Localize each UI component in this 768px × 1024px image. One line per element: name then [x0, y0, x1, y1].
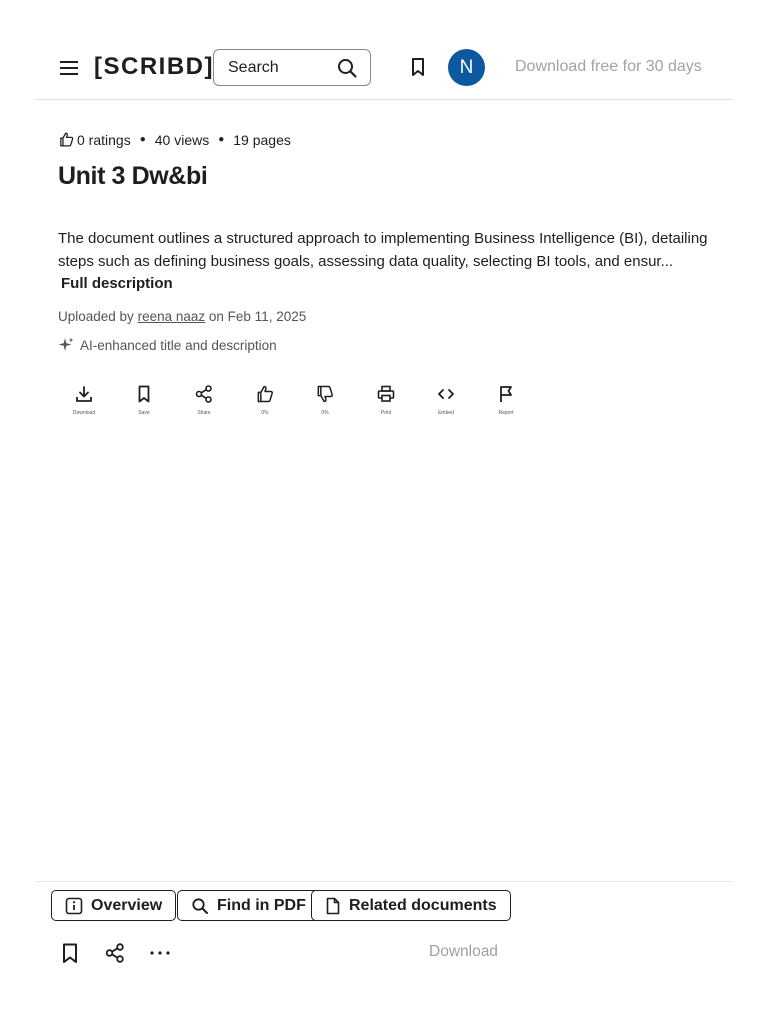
share-icon[interactable] [104, 942, 126, 964]
search-icon[interactable] [336, 57, 358, 79]
find-in-pdf-button[interactable]: Find in PDF [177, 890, 320, 921]
user-avatar[interactable]: N [448, 49, 485, 86]
download-free-trial-link[interactable]: Download free for 30 days [515, 58, 702, 76]
share-action[interactable]: Share [184, 384, 224, 416]
upload-info: Uploaded by reena naaz on Feb 11, 2025 [58, 309, 306, 324]
views-count: 40 views [154, 131, 210, 148]
document-title: Unit 3 Dw&bi [58, 162, 208, 190]
action-label: 0% [261, 410, 269, 416]
sparkle-icon [58, 337, 80, 353]
document-icon [325, 897, 349, 915]
thumbs-down-icon [315, 384, 335, 404]
bookmark-icon [134, 384, 154, 404]
scribd-logo[interactable]: [SCRIBD] [94, 53, 214, 81]
footer-divider [36, 881, 733, 882]
action-label: 0% [321, 410, 329, 416]
ai-enhanced-text: AI-enhanced title and description [80, 337, 277, 353]
full-description-link[interactable]: Full description [61, 275, 173, 292]
separator-dot: ● [218, 134, 225, 145]
search-box[interactable] [213, 49, 371, 86]
overview-button[interactable]: Overview [51, 890, 177, 921]
bookmark-icon[interactable] [60, 942, 80, 964]
thumbs-up-icon [255, 384, 275, 404]
search-icon [191, 897, 217, 915]
download-icon [74, 384, 94, 404]
related-documents-button[interactable]: Related documents [311, 890, 511, 921]
more-options-icon[interactable] [148, 942, 172, 964]
header-divider [36, 99, 733, 100]
download-action[interactable]: Download [64, 384, 104, 416]
find-in-pdf-label: Find in PDF [217, 896, 306, 914]
separator-dot: ● [139, 134, 146, 145]
dislike-action[interactable]: 0% [305, 384, 345, 416]
download-button[interactable]: Download [429, 943, 498, 961]
action-label: Report [498, 410, 514, 416]
share-icon [194, 384, 214, 404]
embed-action[interactable]: Embed [426, 384, 466, 416]
action-label: Share [197, 410, 211, 416]
pages-count: 19 pages [233, 131, 291, 148]
overview-label: Overview [91, 896, 163, 914]
document-description: The document outlines a structured appro… [58, 230, 708, 270]
menu-icon[interactable] [56, 55, 82, 81]
saved-bookmark-icon[interactable] [407, 56, 429, 78]
like-action[interactable]: 0% [245, 384, 285, 416]
thumbs-up-icon [58, 131, 75, 148]
upload-date: on Feb 11, 2025 [208, 309, 307, 324]
action-label: Embed [438, 410, 454, 416]
uploaded-by-label: Uploaded by [58, 309, 134, 324]
document-stats: 0 ratings ● 40 views ● 19 pages [58, 131, 291, 148]
flag-icon [496, 384, 516, 404]
ratings-count: 0 ratings [77, 131, 131, 148]
save-action[interactable]: Save [124, 384, 164, 416]
related-documents-label: Related documents [349, 896, 497, 914]
print-icon [376, 384, 396, 404]
ai-enhanced-note: AI-enhanced title and description [58, 337, 277, 353]
action-label: Save [138, 410, 150, 416]
print-action[interactable]: Print [366, 384, 406, 416]
header-bar [0, 0, 768, 100]
info-icon [65, 897, 91, 915]
action-label: Download [72, 410, 96, 416]
embed-icon [436, 384, 456, 404]
search-input[interactable] [228, 57, 328, 79]
action-label: Print [380, 410, 392, 416]
report-action[interactable]: Report [486, 384, 526, 416]
uploader-link[interactable]: reena naaz [138, 309, 206, 324]
